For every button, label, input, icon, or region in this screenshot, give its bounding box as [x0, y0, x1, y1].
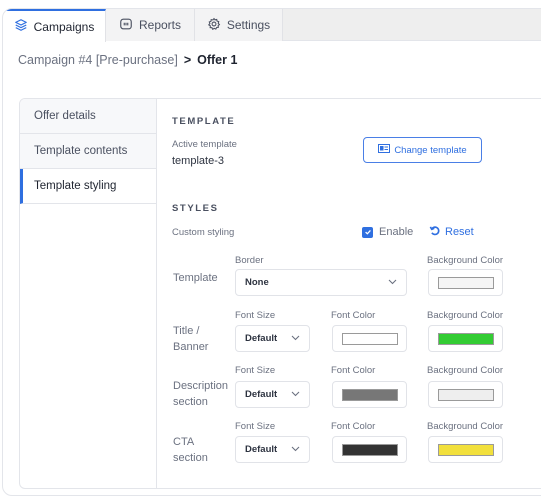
tab-settings[interactable]: Settings	[195, 9, 283, 41]
description-font-color-swatch	[341, 388, 398, 401]
chevron-down-icon	[291, 333, 300, 344]
row-label-template: Template	[173, 272, 218, 284]
description-font-size-label: Font Size	[235, 365, 276, 376]
tab-label: Reports	[138, 18, 182, 32]
cta-bg-color-swatch	[437, 443, 494, 456]
title-font-size-value: Default	[245, 333, 278, 344]
breadcrumb-separator: >	[183, 53, 192, 67]
tab-label: Settings	[226, 18, 271, 32]
change-template-button[interactable]: Change template	[363, 137, 482, 163]
tab-reports[interactable]: Reports	[106, 9, 195, 41]
enable-label: Enable	[379, 226, 414, 238]
border-label: Border	[235, 255, 264, 266]
breadcrumb: Campaign #4 [Pre-purchase] > Offer 1	[18, 53, 237, 67]
row-label-description: Description section	[173, 380, 229, 408]
template-card-icon	[378, 144, 391, 156]
template-bg-color-label: Background Color	[427, 255, 504, 266]
reset-button[interactable]: Reset	[429, 225, 474, 239]
title-font-color-picker[interactable]	[332, 325, 407, 352]
reset-label: Reset	[445, 226, 474, 238]
template-bg-color-swatch	[437, 276, 494, 289]
sidebar-item-template-styling[interactable]: Template styling	[20, 169, 156, 204]
reset-icon	[429, 225, 440, 239]
description-font-color-picker[interactable]	[332, 381, 407, 408]
title-font-size-label: Font Size	[235, 310, 276, 321]
title-font-size-select[interactable]: Default	[235, 325, 310, 352]
tab-campaigns[interactable]: Campaigns	[3, 9, 106, 42]
cta-font-color-picker[interactable]	[332, 436, 407, 463]
row-label-cta: CTA section	[173, 436, 208, 464]
active-template-value: template-3	[172, 155, 224, 167]
tab-bar: Campaigns Reports Settings	[3, 9, 541, 42]
description-bg-color-label: Background Color	[427, 365, 504, 376]
layers-icon	[14, 18, 28, 35]
sidebar-item-template-contents[interactable]: Template contents	[20, 134, 156, 169]
border-select-value: None	[245, 277, 269, 288]
title-bg-color-swatch	[437, 332, 494, 345]
cta-font-size-select[interactable]: Default	[235, 436, 310, 463]
cta-font-color-label: Font Color	[331, 421, 376, 432]
template-bg-color-picker[interactable]	[428, 269, 503, 296]
breadcrumb-parent-link[interactable]: Campaign #4 [Pre-purchase]	[18, 53, 178, 67]
description-bg-color-swatch	[437, 388, 494, 401]
chevron-down-icon	[388, 277, 397, 288]
title-bg-color-label: Background Color	[427, 310, 504, 321]
checkbox-checked-icon	[362, 226, 373, 238]
offer-editor-card: Offer details Template contents Template…	[19, 98, 541, 489]
breadcrumb-current: Offer 1	[197, 53, 238, 67]
template-section-title: TEMPLATE	[172, 116, 236, 127]
gear-icon	[207, 17, 221, 34]
description-font-size-select[interactable]: Default	[235, 381, 310, 408]
custom-styling-label: Custom styling	[172, 227, 235, 238]
styles-section-title: STYLES	[172, 203, 219, 214]
cta-font-size-label: Font Size	[235, 421, 276, 432]
cta-bg-color-picker[interactable]	[428, 436, 503, 463]
title-bg-color-picker[interactable]	[428, 325, 503, 352]
chevron-down-icon	[291, 444, 300, 455]
tab-label: Campaigns	[33, 19, 95, 34]
sidebar-item-offer-details[interactable]: Offer details	[20, 99, 156, 134]
row-label-title-banner: Title / Banner	[173, 325, 209, 353]
description-font-color-label: Font Color	[331, 365, 376, 376]
title-font-color-swatch	[341, 332, 398, 345]
change-template-label: Change template	[394, 144, 467, 156]
title-font-color-label: Font Color	[331, 310, 376, 321]
cta-bg-color-label: Background Color	[427, 421, 504, 432]
description-bg-color-picker[interactable]	[428, 381, 503, 408]
reports-icon	[119, 17, 133, 34]
active-template-label: Active template	[172, 139, 237, 150]
chevron-down-icon	[291, 389, 300, 400]
border-select[interactable]: None	[235, 269, 407, 296]
cta-font-size-value: Default	[245, 444, 278, 455]
content-panel: TEMPLATE Active template template-3 Chan…	[158, 99, 541, 488]
description-font-size-value: Default	[245, 389, 278, 400]
enable-checkbox[interactable]: Enable	[362, 226, 413, 238]
sidebar: Offer details Template contents Template…	[20, 99, 157, 488]
cta-font-color-swatch	[341, 443, 398, 456]
